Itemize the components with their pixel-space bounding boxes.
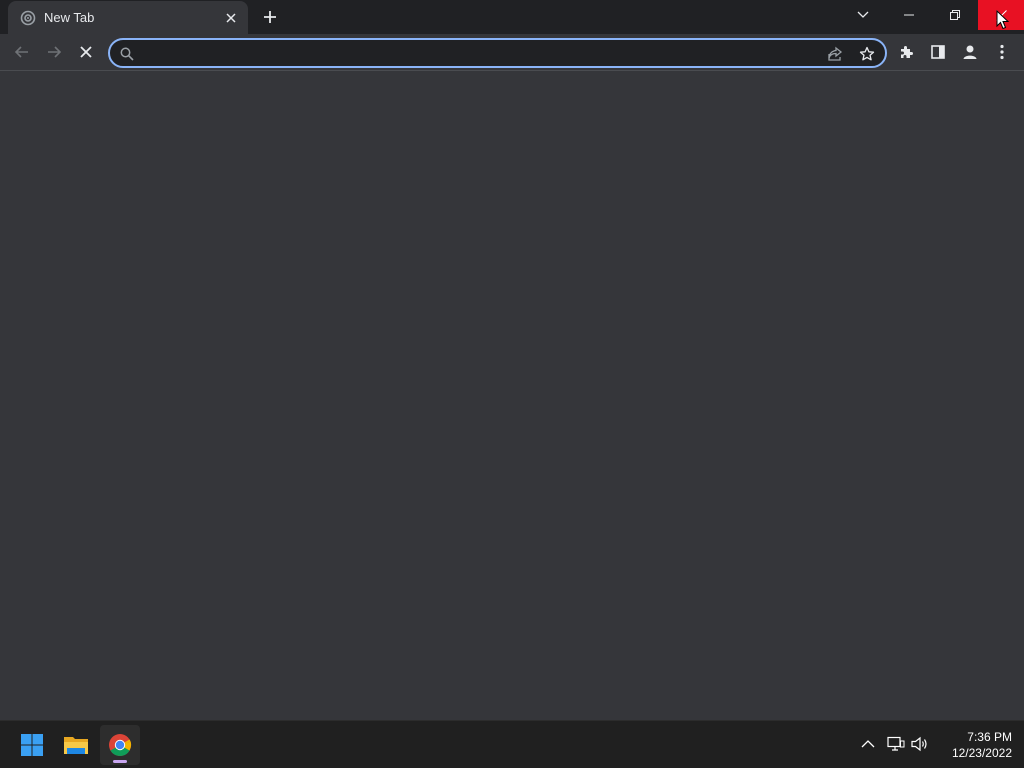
network-icon — [887, 736, 905, 751]
network-status-button[interactable] — [886, 734, 906, 754]
tab-title: New Tab — [44, 10, 95, 25]
clock-date: 12/23/2022 — [951, 746, 1012, 760]
stop-button[interactable] — [72, 38, 100, 66]
close-icon[interactable] — [222, 9, 240, 27]
share-icon[interactable] — [826, 45, 844, 63]
chevron-up-icon — [861, 740, 875, 748]
back-arrow-icon — [14, 46, 28, 58]
active-app-indicator — [113, 760, 127, 763]
taskbar-clock[interactable]: 7:36 PM 12/23/2022 — [936, 729, 1012, 761]
tab-new-tab[interactable]: New Tab — [8, 1, 248, 34]
minimize-button[interactable] — [886, 0, 932, 30]
file-explorer-button[interactable] — [56, 725, 96, 765]
profile-button[interactable] — [956, 38, 984, 66]
extensions-button[interactable] — [892, 38, 920, 66]
tab-search-button[interactable] — [840, 0, 886, 30]
chrome-icon — [109, 734, 132, 756]
toolbar — [0, 34, 1024, 71]
taskbar: 7:36 PM 12/23/2022 — [0, 720, 1024, 768]
address-bar[interactable] — [108, 38, 887, 68]
menu-button[interactable] — [988, 38, 1016, 66]
bookmark-star-icon[interactable] — [858, 45, 876, 63]
profile-avatar-icon — [963, 45, 977, 59]
start-icon — [21, 734, 43, 756]
puzzle-icon — [901, 46, 913, 58]
chrome-taskbar-button[interactable] — [100, 725, 140, 765]
back-button[interactable] — [8, 38, 36, 66]
page-content — [0, 71, 1024, 720]
minimize-icon — [904, 14, 914, 16]
address-input[interactable] — [142, 43, 806, 65]
stop-icon — [80, 46, 92, 58]
clock-time: 7:36 PM — [967, 730, 1012, 744]
chevron-down-icon — [857, 11, 869, 18]
start-button[interactable] — [12, 725, 52, 765]
forward-button[interactable] — [40, 38, 68, 66]
restore-icon — [950, 10, 960, 20]
restore-button[interactable] — [932, 0, 978, 30]
tray-overflow-button[interactable] — [858, 734, 878, 754]
side-panel-button[interactable] — [924, 38, 952, 66]
speaker-icon — [911, 736, 927, 752]
kebab-menu-icon — [1000, 44, 1004, 60]
new-tab-button[interactable] — [258, 5, 282, 29]
volume-button[interactable] — [910, 734, 930, 754]
file-explorer-icon — [64, 737, 88, 754]
mouse-cursor-icon — [996, 9, 1010, 30]
side-panel-icon — [931, 45, 945, 59]
chrome-newtab-icon — [20, 10, 36, 26]
title-bar: New Tab — [0, 0, 1024, 34]
forward-arrow-icon — [48, 46, 62, 58]
plus-icon — [264, 11, 276, 23]
search-icon — [118, 45, 136, 63]
